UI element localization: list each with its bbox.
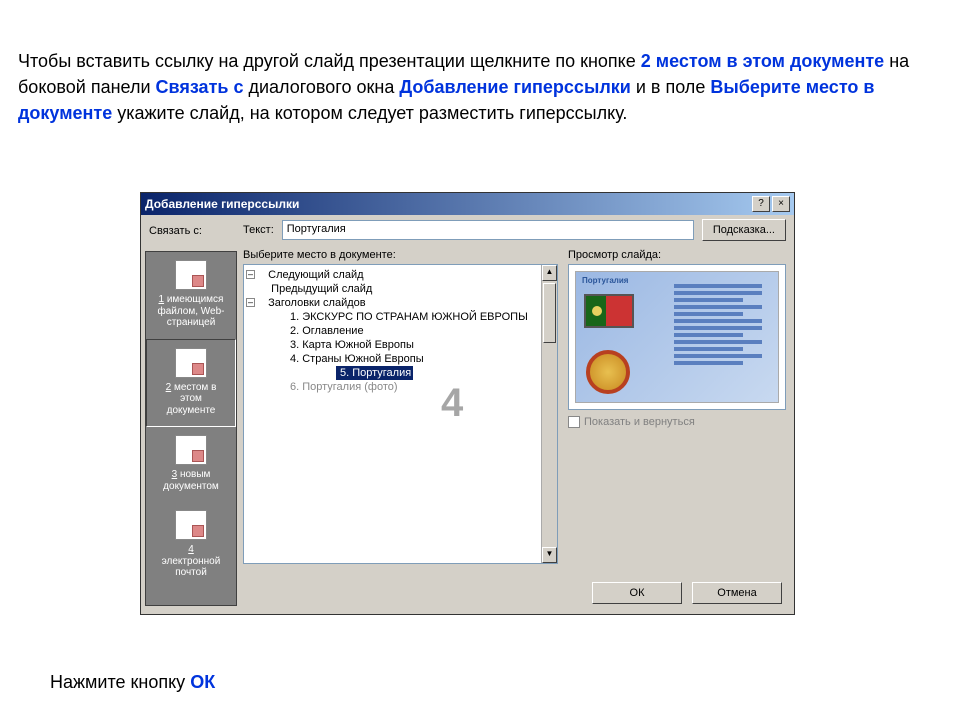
highlight-2-place: 2 местом в этом документе bbox=[641, 51, 884, 71]
dialog-titlebar: Добавление гиперссылки ? × bbox=[141, 193, 794, 215]
text: и в поле bbox=[631, 77, 711, 97]
link-to-sidebar: 1 имеющимся файлом, Web- страницей 2 мес… bbox=[145, 251, 237, 606]
text: диалогового окна bbox=[243, 77, 399, 97]
sidebar-item-label: электронной bbox=[162, 556, 221, 567]
sidebar-item-label: файлом, Web- bbox=[157, 306, 224, 317]
highlight-dialog-name: Добавление гиперссылки bbox=[399, 77, 631, 97]
dialog-main: Текст: Португалия Подсказка... Выберите … bbox=[243, 219, 786, 570]
collapse-icon[interactable]: – bbox=[246, 298, 255, 307]
dialog-title: Добавление гиперссылки bbox=[145, 197, 750, 211]
sidebar-item-label: документом bbox=[163, 481, 219, 492]
preview-column: Просмотр слайда: Португалия bbox=[568, 249, 786, 564]
sidebar-item-label: документе bbox=[167, 405, 216, 416]
show-return-checkbox[interactable] bbox=[568, 416, 580, 428]
tree-scrollbar[interactable]: ▲ ▼ bbox=[541, 265, 557, 563]
sidebar-item-label: этом bbox=[180, 393, 202, 404]
scroll-up-icon[interactable]: ▲ bbox=[542, 265, 557, 281]
tree-slide-1[interactable]: 1. ЭКСКУРС ПО СТРАНАМ ЮЖНОЙ ЕВРОПЫ bbox=[244, 310, 557, 324]
text: укажите слайд, на котором следует размес… bbox=[112, 103, 627, 123]
display-text-row: Текст: Португалия Подсказка... bbox=[243, 219, 786, 241]
portugal-flag-icon bbox=[584, 294, 634, 328]
show-return-label: Показать и вернуться bbox=[584, 416, 695, 428]
tree-prev-slide[interactable]: Предыдущий слайд bbox=[244, 282, 557, 296]
dialog-buttons: ОК Отмена bbox=[592, 582, 782, 604]
sidebar-item-existing-file[interactable]: 1 имеющимся файлом, Web- страницей bbox=[146, 252, 236, 339]
dialog-content: 1 имеющимся файлом, Web- страницей 2 мес… bbox=[141, 215, 794, 614]
close-button[interactable]: × bbox=[772, 196, 790, 212]
tree-slide-titles[interactable]: – Заголовки слайдов bbox=[244, 296, 557, 310]
scroll-thumb[interactable] bbox=[543, 283, 556, 343]
hyperlink-dialog: Добавление гиперссылки ? × 1 имеющимся ф… bbox=[140, 192, 795, 615]
file-web-icon bbox=[175, 260, 207, 290]
select-place-label: Выберите место в документе: bbox=[243, 249, 558, 261]
cancel-button[interactable]: Отмена bbox=[692, 582, 782, 604]
collapse-icon[interactable]: – bbox=[246, 270, 255, 279]
sidebar-item-num: 1 bbox=[159, 294, 165, 305]
email-icon bbox=[175, 510, 207, 540]
tree-slide-3[interactable]: 3. Карта Южной Европы bbox=[244, 338, 557, 352]
sidebar-item-num: 4 bbox=[188, 544, 194, 555]
hint-button[interactable]: Подсказка... bbox=[702, 219, 786, 241]
link-with-label: Связать с: bbox=[149, 225, 202, 237]
show-and-return-row: Показать и вернуться bbox=[568, 416, 786, 428]
tree-slide-4[interactable]: 4. Страны Южной Европы bbox=[244, 352, 557, 366]
select-place-column: Выберите место в документе: – Следующий … bbox=[243, 249, 558, 564]
display-text-input[interactable]: Португалия bbox=[282, 220, 694, 240]
sidebar-item-label: почтой bbox=[175, 567, 207, 578]
slide-thumbnail: Португалия bbox=[575, 271, 779, 403]
bottom-instruction: Нажмите кнопку ОК bbox=[50, 672, 215, 693]
sidebar-item-label: новым bbox=[180, 469, 210, 480]
sidebar-item-email[interactable]: 4 электронной почтой bbox=[146, 502, 236, 589]
columns: Выберите место в документе: – Следующий … bbox=[243, 249, 786, 564]
new-doc-icon bbox=[175, 435, 207, 465]
place-tree[interactable]: – Следующий слайд Предыдущий слайд – Заг… bbox=[243, 264, 558, 564]
ok-button[interactable]: ОК bbox=[592, 582, 682, 604]
preview-label: Просмотр слайда: bbox=[568, 249, 786, 261]
sidebar-item-place-in-doc[interactable]: 2 местом в этом документе bbox=[146, 339, 236, 428]
help-button[interactable]: ? bbox=[752, 196, 770, 212]
preview-slide-title: Португалия bbox=[582, 276, 628, 285]
tree-slide-6[interactable]: 6. Португалия (фото) bbox=[244, 380, 557, 394]
tree-next-slide[interactable]: – Следующий слайд bbox=[244, 268, 557, 282]
sidebar-item-num: 3 bbox=[172, 469, 178, 480]
highlight-ok: ОК bbox=[190, 672, 215, 692]
instruction-paragraph: Чтобы вставить ссылку на другой слайд пр… bbox=[18, 48, 942, 126]
text: Чтобы вставить ссылку на другой слайд пр… bbox=[18, 51, 641, 71]
sidebar-item-label: местом в bbox=[174, 382, 216, 393]
text-label: Текст: bbox=[243, 224, 274, 236]
sidebar-item-label: имеющимся bbox=[167, 294, 224, 305]
slide-preview: Португалия bbox=[568, 264, 786, 410]
scroll-down-icon[interactable]: ▼ bbox=[542, 547, 557, 563]
sidebar-item-num: 2 bbox=[166, 382, 172, 393]
highlight-link-with: Связать с bbox=[156, 77, 244, 97]
tree-slide-5-selected[interactable]: 5. Португалия bbox=[336, 366, 413, 380]
preview-text-lines bbox=[674, 284, 772, 368]
place-icon bbox=[175, 348, 207, 378]
tree-slide-2[interactable]: 2. Оглавление bbox=[244, 324, 557, 338]
sidebar-item-label: страницей bbox=[167, 317, 216, 328]
text: Нажмите кнопку bbox=[50, 672, 190, 692]
sidebar-item-new-doc[interactable]: 3 новым документом bbox=[146, 427, 236, 502]
emblem-icon bbox=[586, 350, 630, 394]
